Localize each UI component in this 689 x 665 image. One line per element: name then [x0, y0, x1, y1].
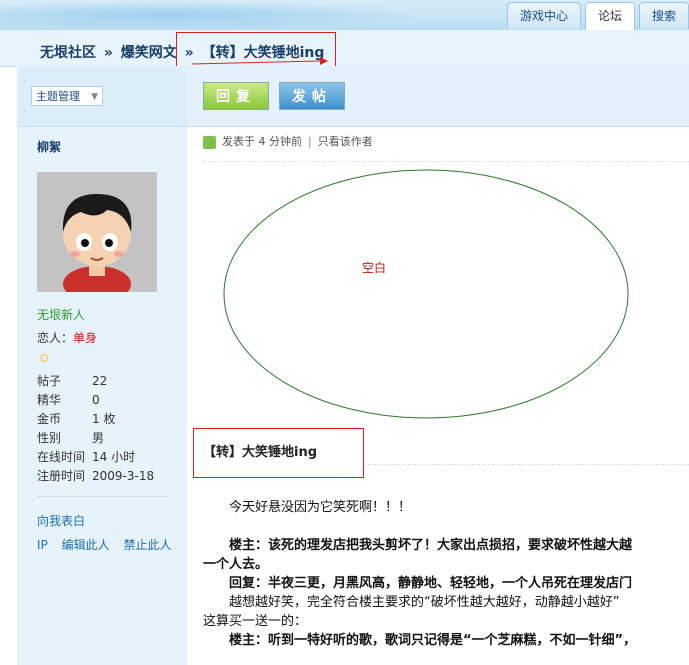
avatar-boy-icon [37, 172, 157, 292]
tab-game-center[interactable]: 游戏中心 [506, 2, 581, 29]
content-line: 楼主：听到一特好听的歌，歌词只记得是“一个芝麻糕，不如一针细”， [203, 633, 637, 648]
chevron-down-icon: ▼ [91, 92, 98, 102]
stat-key: 性别 [37, 431, 62, 445]
sidebar-divider [37, 496, 167, 497]
send-love-link[interactable]: 向我表白 [37, 512, 85, 529]
stat-row: 精华 0 [37, 391, 177, 410]
stat-row: 在线时间 14 小时 [37, 448, 177, 467]
post-button-bar: 回复 发帖 [187, 66, 689, 127]
stat-key: 帖子 [37, 374, 62, 388]
highlight-box-title [193, 428, 364, 478]
author-only-link[interactable]: 只看该作者 [318, 135, 373, 148]
stat-value: 1 枚 [92, 412, 116, 426]
blank-label: 空白 [362, 261, 387, 275]
online-user-icon [203, 135, 216, 149]
content-line: 今天好悬没因为它笑死啊！！！ [203, 500, 412, 515]
avatar[interactable] [37, 172, 157, 292]
breadcrumb-forum[interactable]: 爆笑网文 [121, 45, 177, 61]
content-line: 楼主：该死的理发店把我头剪坏了！大家出点损招，要求破坏性越大越 [203, 538, 633, 553]
top-banner: 游戏中心 论坛 搜索 [0, 0, 689, 30]
star-icon: ✩ [39, 351, 50, 366]
post-area: 回复 发帖 发表于 4 分钟前 | 只看该作者 空白 【转】大笑锤地ing 今天好悬… [187, 66, 689, 665]
title-divider [363, 464, 689, 465]
lover-value: 单身 [73, 331, 98, 345]
content-line [203, 517, 689, 536]
author-name[interactable]: 柳絮 [37, 138, 61, 155]
water-drop-decoration [0, 0, 420, 30]
breadcrumb-bar: 无垠社区 » 爆笑网文 » 【转】大笑锤地ing [0, 30, 689, 67]
content-line: 一个人去。 [203, 557, 269, 572]
user-stats: 帖子 22 精华 0 金币 1 枚 性别 男 在线时间 14 小时 注册时间 2009-3-… [37, 372, 177, 486]
stat-key: 金币 [37, 412, 62, 426]
stat-key: 在线时间 [37, 450, 86, 464]
meta-divider [203, 161, 689, 162]
reply-button[interactable]: 回复 [203, 82, 269, 110]
meta-separator: | [308, 135, 312, 148]
user-rank: 无垠新人 [37, 308, 86, 322]
lover-label: 恋人： [37, 331, 74, 345]
stat-value: 22 [92, 374, 108, 388]
top-tabs: 游戏中心 论坛 搜索 [506, 2, 689, 30]
sidebar-toolbar: 主题管理 ▼ [17, 66, 187, 127]
stat-value: 男 [92, 431, 105, 445]
stat-row: 性别 男 [37, 429, 177, 448]
ip-link[interactable]: IP [37, 538, 48, 552]
stat-row: 注册时间 2009-3-18 [37, 467, 177, 486]
topic-management-label: 主题管理 [36, 90, 80, 103]
blank-area-ellipse [223, 169, 629, 419]
new-post-button[interactable]: 发帖 [279, 82, 345, 110]
content-line: 越想越好笑，完全符合楼主要求的“破坏性越大越好，动静越小越好” [203, 595, 620, 610]
breadcrumb-home[interactable]: 无垠社区 [40, 45, 96, 61]
content-line: 这算买一送一的： [203, 614, 308, 629]
content-line: 回复：半夜三更，月黑风高，静静地、轻轻地，一个人吊死在理发店门 [203, 576, 633, 591]
stat-row: 金币 1 枚 [37, 410, 177, 429]
topic-management-select[interactable]: 主题管理 ▼ [31, 86, 103, 106]
ban-user-link[interactable]: 禁止此人 [123, 538, 171, 552]
tab-forum[interactable]: 论坛 [584, 2, 635, 30]
stat-row: 帖子 22 [37, 372, 177, 391]
post-content: 今天好悬没因为它笑死啊！！！ 楼主：该死的理发店把我头剪坏了！大家出点损招，要求… [203, 498, 689, 650]
stat-key: 注册时间 [37, 469, 86, 483]
stat-value: 2009-3-18 [92, 469, 155, 483]
lover-status: 恋人：单身 [37, 329, 97, 346]
post-time: 发表于 4 分钟前 [222, 135, 302, 148]
tab-search[interactable]: 搜索 [638, 2, 689, 29]
author-sidebar: 主题管理 ▼ 柳絮 无垠新人 恋人：单身 ✩ 帖子 22 精华 0 金币 1 枚 性别… [17, 66, 187, 665]
stat-value: 14 小时 [92, 450, 136, 464]
stat-key: 精华 [37, 393, 62, 407]
user-actions: IP 编辑此人 禁止此人 [37, 536, 181, 553]
edit-user-link[interactable]: 编辑此人 [62, 538, 110, 552]
stat-value: 0 [92, 393, 100, 407]
post-meta: 发表于 4 分钟前 | 只看该作者 [203, 133, 373, 149]
breadcrumb-separator: » [103, 45, 113, 61]
